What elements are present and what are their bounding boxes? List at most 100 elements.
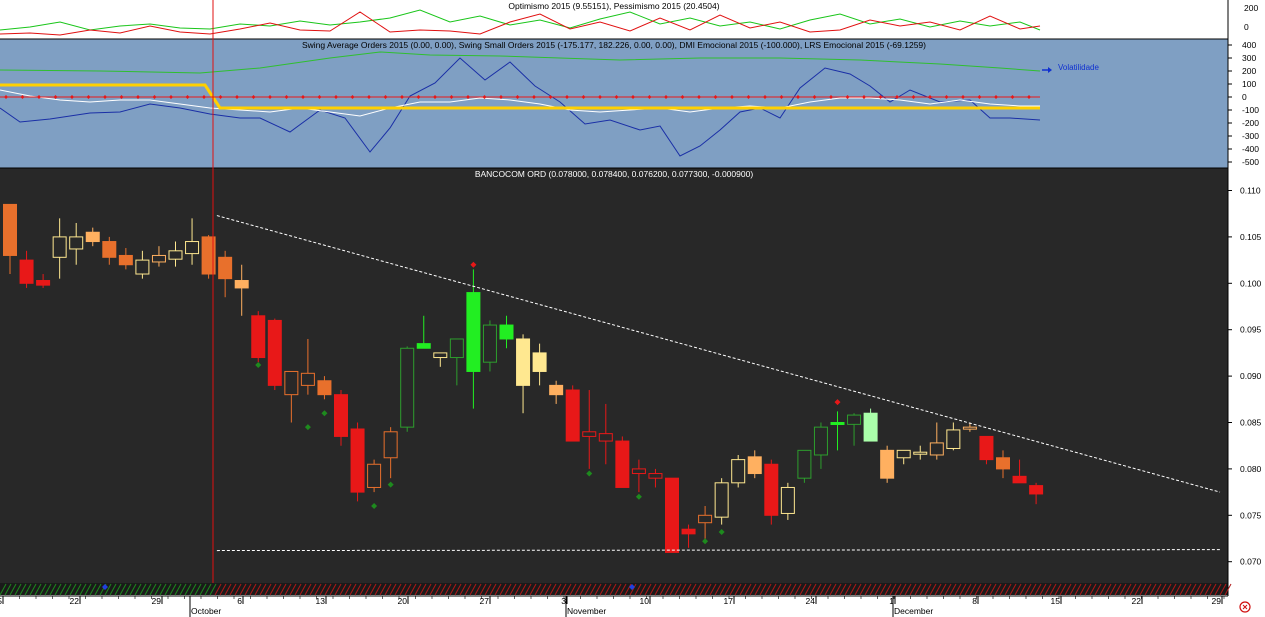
chart-window: Optimismo 2015 (9.55151), Pessimismo 201… xyxy=(0,0,1265,617)
candle-body xyxy=(334,394,348,437)
candle-body xyxy=(648,473,663,479)
candle-body xyxy=(218,256,233,280)
swing-title: Swing Average Orders 2015 (0.00, 0.00), … xyxy=(302,40,926,50)
candle-body xyxy=(532,352,547,372)
price-tick-label: 0.100 xyxy=(1240,278,1262,288)
candle-body xyxy=(946,429,961,449)
candle-body xyxy=(416,343,431,349)
candle-body xyxy=(896,449,911,459)
date-tick-label: 22 xyxy=(70,596,80,606)
sentiment-tick: 0 xyxy=(1244,22,1249,32)
date-axis: 522296132027310172418152229OctoberNovemb… xyxy=(0,596,1225,617)
candle xyxy=(367,459,382,493)
swing-tick-label: -400 xyxy=(1242,144,1259,154)
candle xyxy=(731,454,746,488)
month-label: October xyxy=(191,606,221,616)
swing-tick-label: 200 xyxy=(1242,66,1256,76)
candle-body xyxy=(880,449,895,479)
candle-body xyxy=(582,431,597,437)
candle-body xyxy=(813,426,828,456)
candle-body xyxy=(36,280,51,286)
candle-body xyxy=(747,456,762,475)
candle-body xyxy=(151,254,166,263)
candle-body xyxy=(118,254,133,266)
candle-body xyxy=(52,236,67,258)
candle xyxy=(863,408,878,442)
date-tick-label: 27 xyxy=(480,596,490,606)
candle xyxy=(350,422,365,502)
date-tick-label: 10 xyxy=(640,596,650,606)
price-panel-bg xyxy=(0,168,1228,583)
candle-body xyxy=(764,463,779,516)
candle-body xyxy=(615,440,630,488)
swing-tick-label: -300 xyxy=(1242,131,1259,141)
date-tick-label: 17 xyxy=(724,596,734,606)
candle-body xyxy=(996,457,1010,470)
month-label: November xyxy=(567,606,606,616)
candle-body xyxy=(350,428,365,493)
candle-body xyxy=(797,449,812,479)
candle xyxy=(797,449,812,483)
date-tick-label: 24 xyxy=(806,596,816,606)
candle-body xyxy=(185,241,200,255)
candle-body xyxy=(102,241,117,258)
candle-body xyxy=(3,203,17,256)
candle-body xyxy=(284,370,299,396)
swing-tick-label: 300 xyxy=(1242,53,1256,63)
price-tick-label: 0.070 xyxy=(1240,557,1262,567)
candle-body xyxy=(449,338,464,359)
swing-tick-label: 100 xyxy=(1242,79,1256,89)
swing-panel-bg xyxy=(0,39,1228,168)
candle-body xyxy=(565,389,580,442)
candle-body xyxy=(400,347,415,428)
price-title: BANCOCOM ORD (0.078000, 0.078400, 0.0762… xyxy=(475,169,753,179)
date-tick-label: 6 xyxy=(237,596,242,606)
candle-body xyxy=(168,250,183,260)
swing-tick-label: -200 xyxy=(1242,118,1259,128)
candle-body xyxy=(1012,475,1027,484)
candle-body xyxy=(847,414,862,425)
candle-body xyxy=(962,426,977,430)
candle-body xyxy=(482,324,497,363)
candle-body xyxy=(251,315,266,359)
date-tick-label: 13 xyxy=(316,596,326,606)
candle-body xyxy=(85,231,100,243)
swing-tick-label: 0 xyxy=(1242,92,1247,102)
candle-body xyxy=(913,451,928,455)
candle xyxy=(979,435,994,465)
month-label: December xyxy=(894,606,933,616)
price-tick-label: 0.085 xyxy=(1240,418,1262,428)
candle-body xyxy=(69,236,84,250)
chart-canvas[interactable]: Optimismo 2015 (9.55151), Pessimismo 201… xyxy=(0,0,1265,617)
candle-body xyxy=(830,422,845,425)
candle-body xyxy=(367,463,382,488)
price-tick-label: 0.095 xyxy=(1240,325,1262,335)
candle-body xyxy=(317,380,332,396)
candle xyxy=(714,478,729,525)
candle-body xyxy=(466,292,481,372)
candle-body xyxy=(433,352,448,359)
price-tick-label: 0.110 xyxy=(1240,186,1261,196)
swing-tick-label: -500 xyxy=(1242,157,1259,167)
candle xyxy=(615,436,630,488)
price-tick-label: 0.075 xyxy=(1240,510,1262,520)
candle-body xyxy=(1029,485,1044,495)
date-tick-label: 5 xyxy=(0,596,2,606)
candle xyxy=(565,385,580,442)
candle-body xyxy=(929,442,944,456)
candle-body xyxy=(267,319,282,386)
volatility-label: Volatilidade xyxy=(1058,63,1099,72)
candle-body xyxy=(863,412,878,442)
candle xyxy=(880,445,895,483)
candle xyxy=(665,477,679,553)
candle-body xyxy=(234,280,249,289)
candle xyxy=(400,346,415,432)
date-tick-label: 29 xyxy=(152,596,162,606)
candle-body xyxy=(549,384,564,396)
date-tick-label: 22 xyxy=(1132,596,1142,606)
candle-body xyxy=(383,431,398,459)
candle-body xyxy=(665,477,679,553)
candle xyxy=(251,311,266,363)
price-tick-label: 0.080 xyxy=(1240,464,1262,474)
candle xyxy=(267,318,282,391)
